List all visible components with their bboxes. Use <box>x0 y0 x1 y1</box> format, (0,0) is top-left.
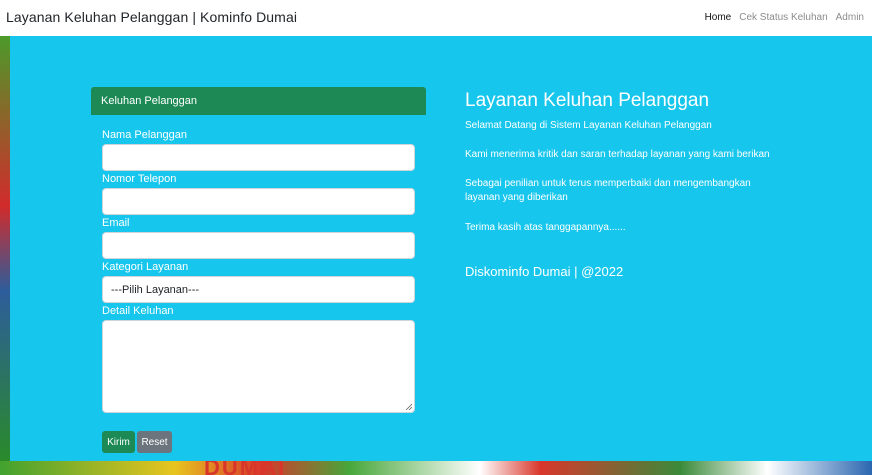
resize-grip-icon[interactable] <box>405 403 412 410</box>
complaint-form-header: Keluhan Pelanggan <box>91 87 426 115</box>
form-header-title: Keluhan Pelanggan <box>101 95 198 107</box>
background-image-bottom-edge: DUMAI <box>0 455 872 475</box>
nav-link-admin[interactable]: Admin <box>836 12 864 23</box>
kategori-layanan-selected-value: ---Pilih Layanan--- <box>111 283 200 296</box>
nomor-telepon-label: Nomor Telepon <box>102 173 177 185</box>
nav-links: Home Cek Status Keluhan Admin <box>705 12 864 23</box>
top-navbar: Layanan Keluhan Pelanggan | Kominfo Duma… <box>0 0 872 36</box>
detail-keluhan-textarea[interactable] <box>102 320 415 413</box>
info-kritik-text: Kami menerima kritik dan saran terhadap … <box>465 149 770 160</box>
nav-link-home[interactable]: Home <box>705 12 732 23</box>
kategori-layanan-select[interactable]: ---Pilih Layanan--- <box>102 276 415 303</box>
info-title: Layanan Keluhan Pelanggan <box>465 90 710 111</box>
email-input[interactable] <box>102 232 415 259</box>
info-terima-kasih-text: Terima kasih atas tanggapannya...... <box>465 222 626 233</box>
nama-pelanggan-input[interactable] <box>102 144 415 171</box>
site-brand[interactable]: Layanan Keluhan Pelanggan | Kominfo Duma… <box>6 9 297 25</box>
email-label: Email <box>102 217 130 229</box>
nav-link-cek-status[interactable]: Cek Status Keluhan <box>739 12 827 23</box>
kategori-layanan-label: Kategori Layanan <box>102 261 189 273</box>
background-image-left-edge <box>0 36 10 461</box>
kirim-button[interactable]: Kirim <box>102 431 135 453</box>
nomor-telepon-input[interactable] <box>102 188 415 215</box>
info-penilaian-text: Sebagai penilian untuk terus memperbaiki… <box>465 178 751 203</box>
info-welcome-text: Selamat Datang di Sistem Layanan Keluhan… <box>465 120 712 131</box>
nama-pelanggan-label: Nama Pelanggan <box>102 129 188 141</box>
detail-keluhan-label: Detail Keluhan <box>102 305 174 317</box>
reset-button[interactable]: Reset <box>137 431 172 453</box>
info-footer: Diskominfo Dumai | @2022 <box>465 264 624 279</box>
